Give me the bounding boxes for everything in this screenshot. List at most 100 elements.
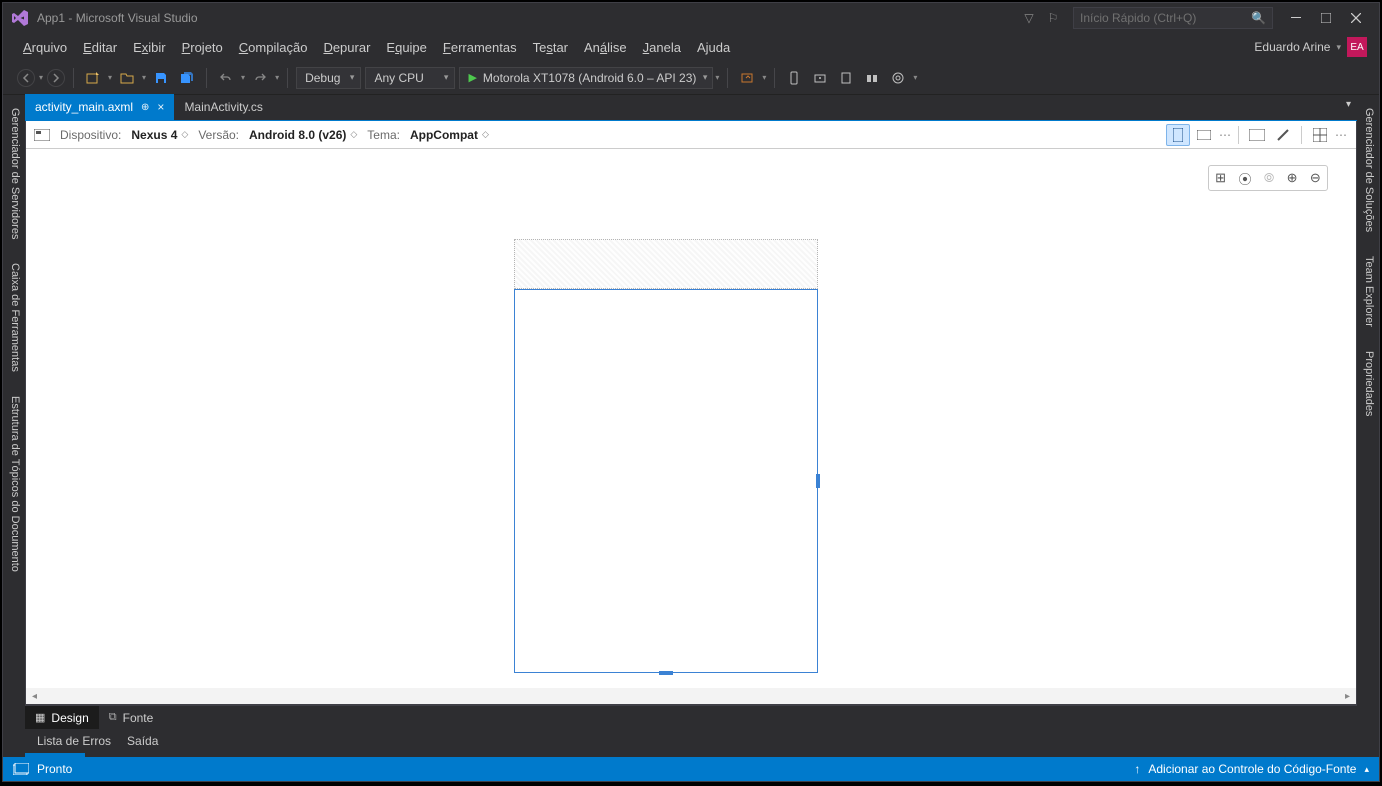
solution-platform-combo[interactable]: Any CPU — [365, 67, 455, 89]
publish-icon: ↑ — [1134, 762, 1140, 776]
rail-propriedades[interactable]: Propriedades — [1359, 342, 1379, 425]
orientation-portrait-button[interactable] — [1166, 124, 1190, 146]
chevron-down-icon[interactable]: ▾ — [762, 73, 766, 82]
chevron-down-icon[interactable]: ▾ — [108, 73, 112, 82]
debug-target-label: Motorola XT1078 (Android 6.0 – API 23) — [483, 71, 696, 85]
vs-logo-icon — [11, 9, 29, 27]
menu-exibir[interactable]: Exibir — [125, 37, 174, 58]
android-sdk-button[interactable] — [809, 67, 831, 89]
status-icon — [13, 763, 29, 775]
menu-equipe[interactable]: Equipe — [378, 37, 434, 58]
menu-projeto[interactable]: Projeto — [174, 37, 231, 58]
undo-button[interactable] — [215, 67, 237, 89]
open-file-button[interactable] — [116, 67, 138, 89]
new-project-button[interactable] — [82, 67, 104, 89]
zoom-in-icon[interactable]: ⊕ — [1287, 170, 1298, 186]
play-icon: ▶ — [468, 71, 476, 84]
scroll-right-icon[interactable]: ▸ — [1345, 691, 1350, 702]
zoom-actual-icon[interactable]: ⦿ — [1238, 169, 1251, 188]
theme-combo[interactable]: AppCompat◇ — [410, 128, 489, 142]
designer-toolbar: Dispositivo: Nexus 4◇ Versão: Android 8.… — [26, 121, 1356, 149]
horizontal-scrollbar[interactable]: ◂ ▸ — [26, 688, 1356, 704]
menu-arquivo[interactable]: Arquivo — [15, 37, 75, 58]
minimize-button[interactable] — [1281, 6, 1311, 30]
source-view-tab[interactable]: ⧉ Fonte — [99, 706, 164, 730]
orientation-landscape-button[interactable] — [1192, 124, 1216, 146]
feedback-icon[interactable]: ⚐ — [1041, 11, 1065, 25]
zoom-out-icon[interactable]: ⊖ — [1310, 170, 1321, 186]
close-tab-icon[interactable]: × — [157, 100, 164, 114]
rail-gerenciador-de-servidores[interactable]: Gerenciador de Servidores — [3, 99, 25, 248]
design-icon: ▦ — [35, 711, 45, 724]
tab-mainactivity[interactable]: MainActivity.cs — [174, 94, 272, 120]
close-button[interactable] — [1341, 6, 1371, 30]
menu-janela[interactable]: Janela — [635, 37, 689, 58]
chevron-down-icon[interactable]: ▾ — [715, 73, 719, 82]
more-options-icon[interactable]: ⋯ — [1218, 124, 1232, 146]
android-emulator-button[interactable] — [835, 67, 857, 89]
maximize-button[interactable] — [1311, 6, 1341, 30]
grid-button[interactable] — [1308, 124, 1332, 146]
highlight-button[interactable] — [1271, 124, 1295, 146]
notifications-icon[interactable]: ▽ — [1017, 11, 1041, 25]
nav-back-button[interactable] — [17, 69, 35, 87]
chevron-down-icon[interactable]: ▾ — [142, 73, 146, 82]
chevron-up-icon[interactable]: ▴ — [1364, 764, 1369, 775]
chevron-down-icon[interactable]: ▾ — [241, 73, 245, 82]
tab-label: activity_main.axml — [35, 100, 133, 114]
redo-button[interactable] — [249, 67, 271, 89]
menu-testar[interactable]: Testar — [525, 37, 576, 58]
android-adb-button[interactable] — [861, 67, 883, 89]
menu-análise[interactable]: Análise — [576, 37, 635, 58]
rail-team-explorer[interactable]: Team Explorer — [1359, 247, 1379, 336]
pin-icon[interactable]: ⊕ — [141, 102, 149, 113]
chevron-down-icon[interactable]: ▾ — [275, 73, 279, 82]
scroll-left-icon[interactable]: ◂ — [32, 691, 37, 702]
rail-caixa-de-ferramentas[interactable]: Caixa de Ferramentas — [3, 254, 25, 381]
version-combo[interactable]: Android 8.0 (v26)◇ — [249, 128, 357, 142]
menu-ajuda[interactable]: Ajuda — [689, 37, 738, 58]
device-log-button[interactable] — [783, 67, 805, 89]
error-list-tab[interactable]: Lista de Erros — [37, 734, 111, 748]
menu-editar[interactable]: Editar — [75, 37, 125, 58]
nav-forward-button[interactable] — [47, 69, 65, 87]
source-control-button[interactable]: Adicionar ao Controle do Código-Fonte — [1148, 762, 1356, 776]
user-avatar[interactable]: EA — [1347, 37, 1367, 57]
user-name[interactable]: Eduardo Arine — [1254, 40, 1330, 54]
more-options-icon[interactable]: ⋯ — [1334, 124, 1348, 146]
chevron-down-icon[interactable]: ▾ — [913, 73, 917, 82]
theme-label: Tema: — [367, 128, 400, 142]
device-combo[interactable]: Nexus 4◇ — [131, 128, 188, 142]
designer-canvas[interactable]: ⊞ ⦿ ⦾ ⊕ ⊖ — [26, 149, 1356, 688]
menu-depurar[interactable]: Depurar — [315, 37, 378, 58]
quick-launch-input[interactable]: Início Rápido (Ctrl+Q) 🔍 — [1073, 7, 1273, 29]
toolbar-icon-1[interactable] — [736, 67, 758, 89]
output-tab[interactable]: Saída — [127, 734, 158, 748]
source-icon: ⧉ — [109, 711, 117, 724]
device-frame-button[interactable] — [1245, 124, 1269, 146]
tab-label: MainActivity.cs — [184, 100, 262, 114]
designer-view-tabs: ▦ Design ⧉ Fonte — [25, 705, 1357, 729]
fit-screen-icon[interactable]: ⊞ — [1215, 170, 1226, 186]
device-layout-frame[interactable] — [514, 289, 818, 673]
rail-gerenciador-de-soluções[interactable]: Gerenciador de Soluções — [1359, 99, 1379, 241]
status-text: Pronto — [37, 762, 72, 776]
tab-activity-main[interactable]: activity_main.axml ⊕ × — [25, 94, 174, 120]
save-all-button[interactable] — [176, 67, 198, 89]
tabs-overflow-icon[interactable]: ▾ — [1346, 99, 1351, 110]
device-status-bar-ghost — [514, 239, 818, 289]
document-tabs: activity_main.axml ⊕ × MainActivity.cs ▾ — [25, 95, 1357, 121]
chevron-down-icon[interactable]: ▾ — [39, 73, 43, 82]
archive-button[interactable] — [887, 67, 909, 89]
chevron-down-icon[interactable]: ▾ — [1336, 42, 1341, 53]
save-button[interactable] — [150, 67, 172, 89]
solution-config-combo[interactable]: Debug — [296, 67, 361, 89]
layout-icon[interactable] — [34, 129, 50, 141]
rail-estrutura-de-tópicos-do-documento[interactable]: Estrutura de Tópicos do Documento — [3, 387, 25, 581]
device-label: Dispositivo: — [60, 128, 121, 142]
source-tab-label: Fonte — [123, 711, 154, 725]
design-view-tab[interactable]: ▦ Design — [25, 706, 99, 730]
menu-ferramentas[interactable]: Ferramentas — [435, 37, 525, 58]
start-debug-button[interactable]: ▶ Motorola XT1078 (Android 6.0 – API 23) — [459, 67, 713, 89]
menu-compilação[interactable]: Compilação — [231, 37, 316, 58]
